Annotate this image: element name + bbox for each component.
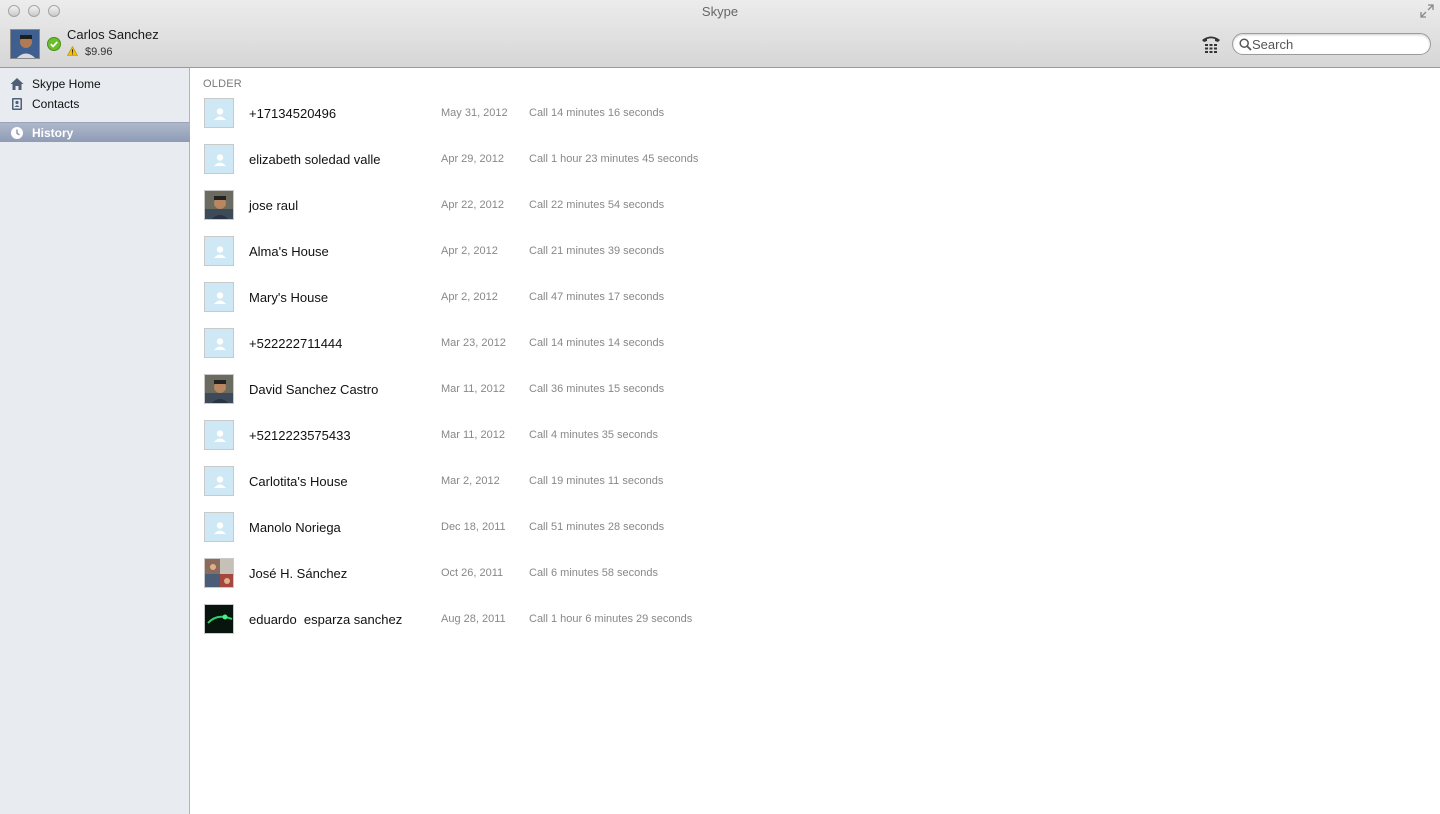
call-date: May 31, 2012	[441, 107, 508, 119]
default-avatar-icon	[205, 99, 233, 127]
contact-name: +17134520496	[249, 106, 337, 121]
sidebar: Skype Home Contacts History	[0, 68, 190, 814]
call-detail: Call 36 minutes 15 seconds	[529, 383, 665, 395]
history-row[interactable]: José H. Sánchez Oct 26, 2011 Call 6 minu…	[191, 554, 1440, 600]
call-date: Aug 28, 2011	[441, 613, 506, 625]
warning-icon	[67, 46, 78, 56]
contact-name: José H. Sánchez	[249, 566, 348, 581]
history-row[interactable]: elizabeth soledad valle Apr 29, 2012 Cal…	[191, 140, 1440, 186]
contact-avatar	[204, 466, 234, 496]
contact-name: Manolo Noriega	[249, 520, 341, 535]
contact-avatar	[204, 374, 234, 404]
default-avatar-icon	[205, 283, 233, 311]
contact-name: Mary's House	[249, 290, 329, 305]
default-avatar-icon	[205, 237, 233, 265]
contact-avatar	[204, 282, 234, 312]
sidebar-item-history[interactable]: History	[0, 122, 190, 142]
home-icon	[10, 78, 24, 90]
call-detail: Call 1 hour 23 minutes 45 seconds	[529, 153, 699, 165]
call-detail: Call 19 minutes 11 seconds	[529, 475, 664, 487]
contact-photo-icon	[205, 559, 233, 587]
sidebar-item-contacts[interactable]: Contacts	[0, 94, 190, 114]
history-row[interactable]: Manolo Noriega Dec 18, 2011 Call 51 minu…	[191, 508, 1440, 554]
contact-name: David Sanchez Castro	[249, 382, 379, 397]
skype-credit[interactable]: $9.96	[85, 46, 113, 58]
history-row[interactable]: Mary's House Apr 2, 2012 Call 47 minutes…	[191, 278, 1440, 324]
section-header-older: OLDER	[203, 78, 242, 90]
call-date: Dec 18, 2011	[441, 521, 506, 533]
profile-name[interactable]: Carlos Sanchez	[67, 27, 159, 42]
skype-window: Skype Carlos Sanchez $9.96 Search Skype …	[0, 0, 1440, 814]
history-list: OLDER +17134520496 May 31, 2012 Call 14 …	[191, 68, 1440, 814]
call-detail: Call 4 minutes 35 seconds	[529, 429, 659, 441]
call-date: Mar 11, 2012	[441, 383, 506, 395]
window-title: Skype	[701, 4, 739, 19]
contact-photo-icon	[205, 375, 233, 403]
call-date: Mar 11, 2012	[441, 429, 506, 441]
title-toolbar: Skype Carlos Sanchez $9.96	[0, 0, 1440, 68]
default-avatar-icon	[205, 421, 233, 449]
history-row[interactable]: jose raul Apr 22, 2012 Call 22 minutes 5…	[191, 186, 1440, 232]
history-row[interactable]: +522222711444 Mar 23, 2012 Call 14 minut…	[191, 324, 1440, 370]
sidebar-item-label: Contacts	[32, 97, 80, 111]
contact-avatar	[204, 420, 234, 450]
contact-photo-icon	[205, 605, 233, 633]
history-row[interactable]: +17134520496 May 31, 2012 Call 14 minute…	[191, 94, 1440, 140]
contact-avatar	[204, 604, 234, 634]
call-detail: Call 51 minutes 28 seconds	[529, 521, 665, 533]
history-row[interactable]: +5212223575433 Mar 11, 2012 Call 4 minut…	[191, 416, 1440, 462]
call-date: Apr 2, 2012	[441, 245, 498, 257]
default-avatar-icon	[205, 467, 233, 495]
call-date: Mar 2, 2012	[441, 475, 500, 487]
history-row[interactable]: David Sanchez Castro Mar 11, 2012 Call 3…	[191, 370, 1440, 416]
dial-pad-icon[interactable]	[1200, 33, 1222, 55]
call-detail: Call 14 minutes 14 seconds	[529, 337, 665, 349]
sidebar-item-label: Skype Home	[32, 77, 101, 91]
call-date: Mar 23, 2012	[441, 337, 506, 349]
sidebar-item-skype-home[interactable]: Skype Home	[0, 74, 190, 94]
history-row[interactable]: eduardo esparza sanchez Aug 28, 2011 Cal…	[191, 600, 1440, 646]
contact-name: +5212223575433	[249, 428, 351, 443]
call-detail: Call 21 minutes 39 seconds	[529, 245, 665, 257]
profile-avatar[interactable]	[10, 29, 40, 59]
call-detail: Call 6 minutes 58 seconds	[529, 567, 659, 579]
fullscreen-icon[interactable]	[1420, 4, 1434, 18]
call-detail: Call 47 minutes 17 seconds	[529, 291, 665, 303]
default-avatar-icon	[205, 513, 233, 541]
search-icon	[1239, 38, 1252, 51]
contact-avatar	[204, 144, 234, 174]
contact-avatar	[204, 190, 234, 220]
contact-name: eduardo esparza sanchez	[249, 612, 403, 627]
search-input[interactable]	[1252, 36, 1422, 53]
search-field[interactable]	[1232, 33, 1431, 55]
history-row[interactable]: Alma's House Apr 2, 2012 Call 21 minutes…	[191, 232, 1440, 278]
contact-avatar	[204, 98, 234, 128]
call-date: Apr 2, 2012	[441, 291, 498, 303]
contact-name: jose raul	[249, 198, 299, 213]
sidebar-item-label: History	[32, 125, 74, 140]
call-detail: Call 14 minutes 16 seconds	[529, 107, 665, 119]
online-status-icon[interactable]	[47, 37, 61, 51]
call-date: Apr 29, 2012	[441, 153, 504, 165]
contact-name: Alma's House	[249, 244, 329, 259]
contact-name: +522222711444	[249, 336, 343, 351]
default-avatar-icon	[205, 329, 233, 357]
history-clock-icon	[11, 126, 23, 139]
call-date: Apr 22, 2012	[441, 199, 504, 211]
call-detail: Call 22 minutes 54 seconds	[529, 199, 665, 211]
contact-name: elizabeth soledad valle	[249, 152, 381, 167]
call-detail: Call 1 hour 6 minutes 29 seconds	[529, 613, 693, 625]
contacts-icon	[12, 98, 22, 110]
call-date: Oct 26, 2011	[441, 567, 504, 579]
contact-photo-icon	[205, 191, 233, 219]
contact-avatar	[204, 236, 234, 266]
default-avatar-icon	[205, 145, 233, 173]
history-row[interactable]: Carlotita's House Mar 2, 2012 Call 19 mi…	[191, 462, 1440, 508]
contact-avatar	[204, 558, 234, 588]
profile-photo-icon	[11, 30, 39, 58]
contact-avatar	[204, 328, 234, 358]
contact-name: Carlotita's House	[249, 474, 348, 489]
contact-avatar	[204, 512, 234, 542]
